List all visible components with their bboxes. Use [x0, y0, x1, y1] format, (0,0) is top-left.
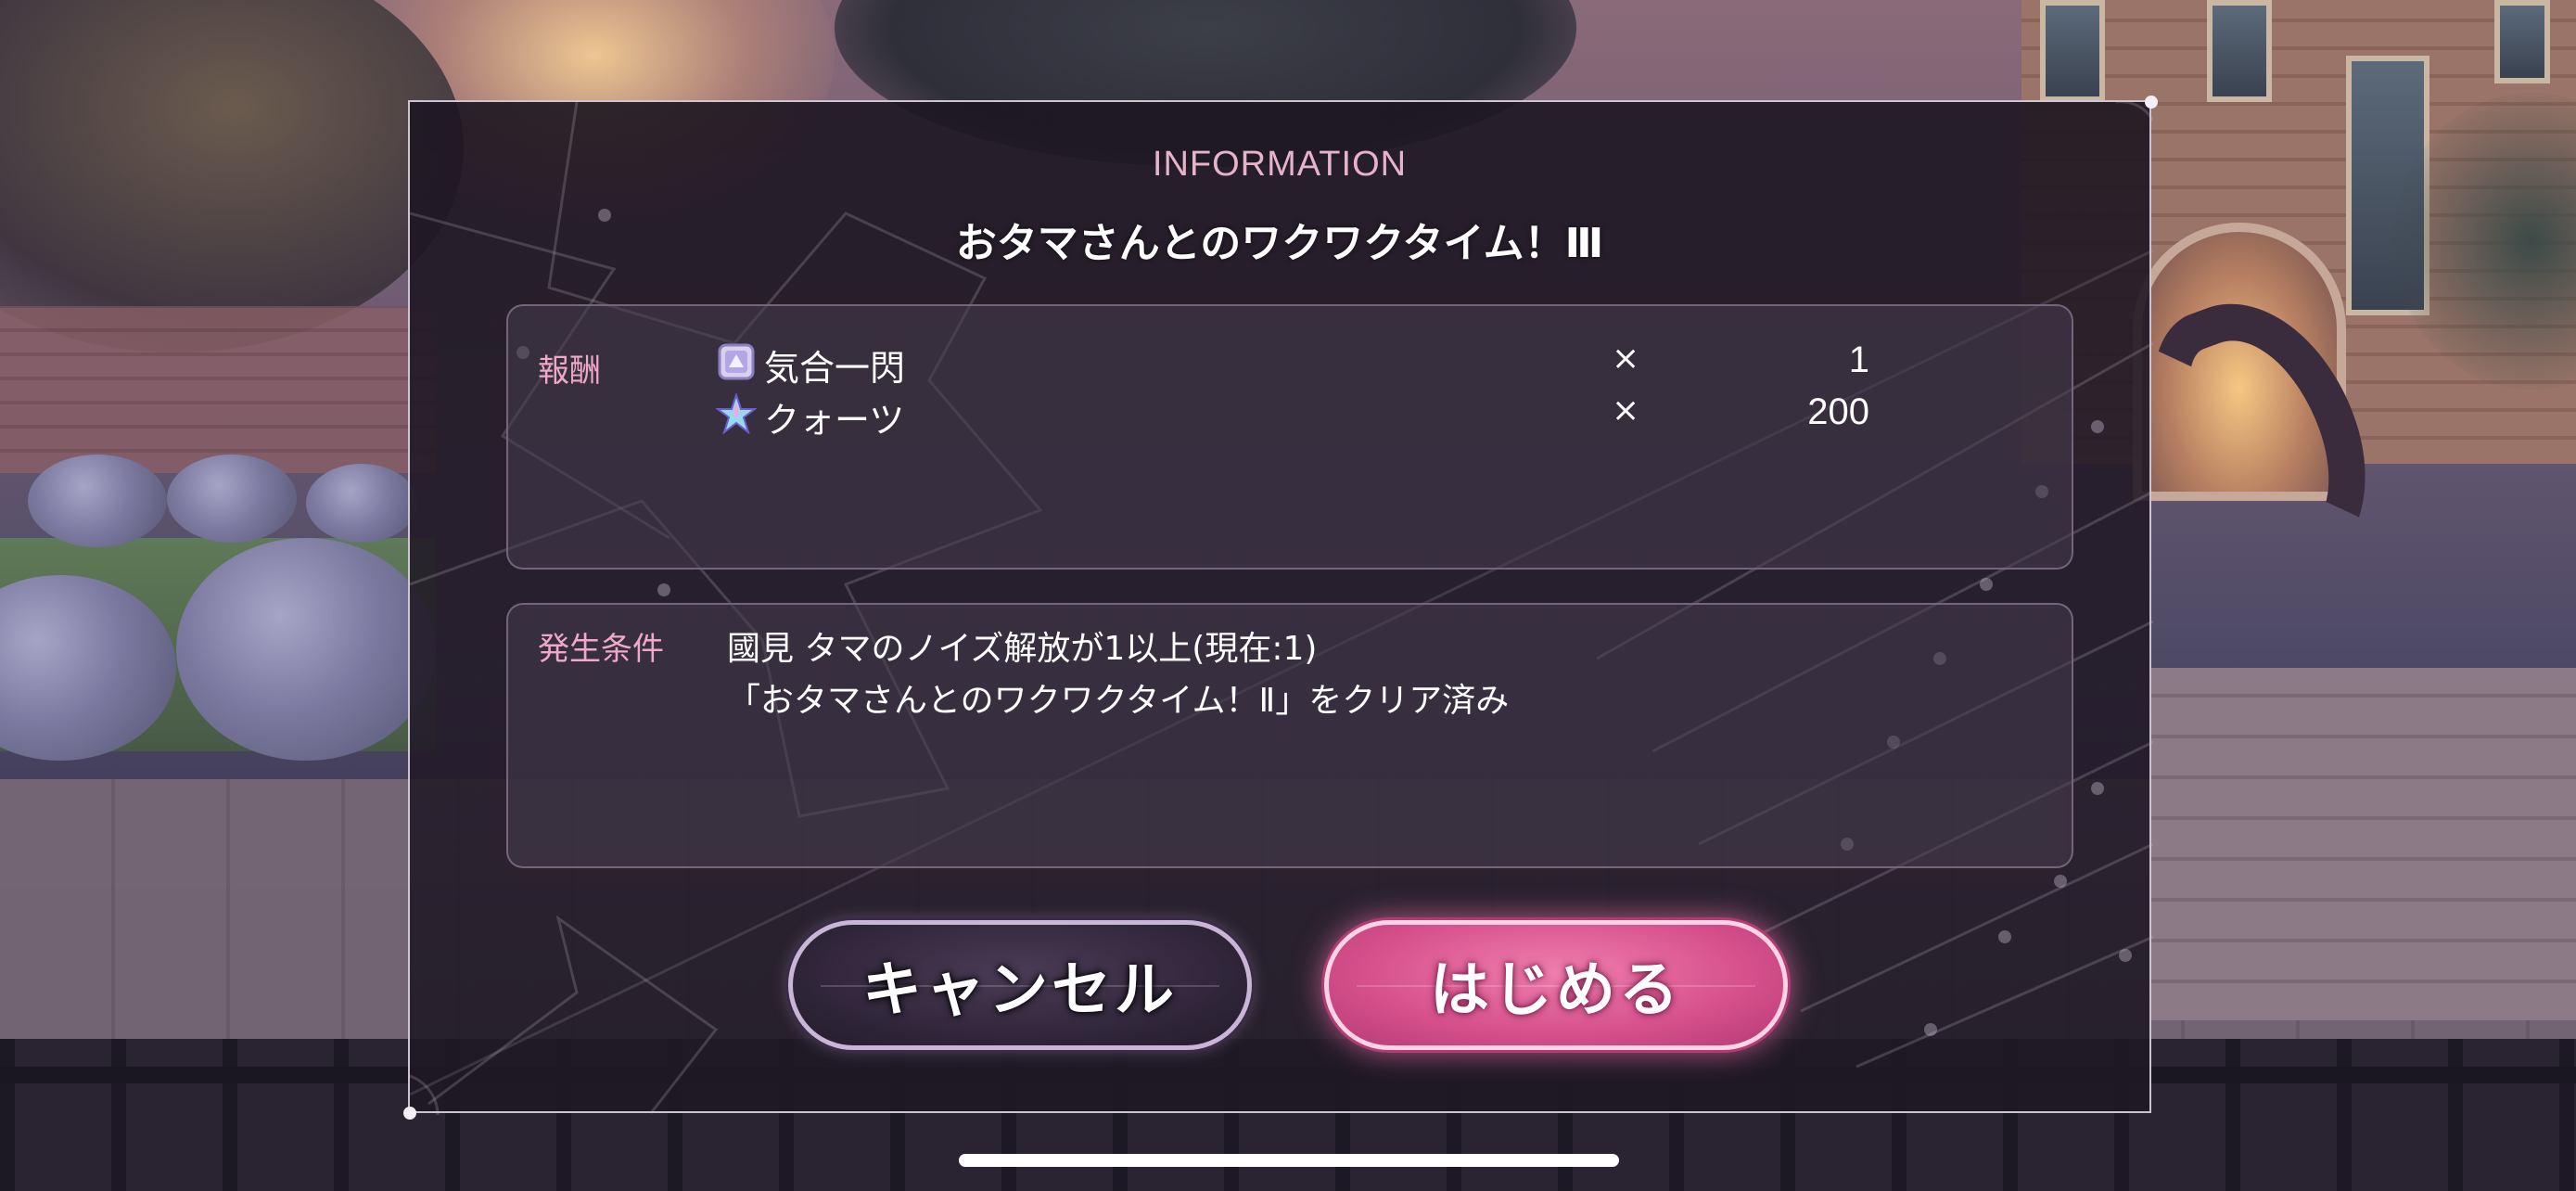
tree [0, 0, 464, 352]
condition-line: 「おタマさんとのワクワクタイム！Ⅱ」をクリア済み [727, 682, 1510, 720]
information-dialog: INFORMATION おタマさんとのワクワクタイム！Ⅲ 報酬 気合一閃 × 1… [403, 96, 2158, 1120]
skill-card-icon [718, 343, 755, 380]
reward-panel: 報酬 気合一閃 × 1 クォーツ × 200 [506, 304, 2073, 570]
condition-panel: 発生条件 國見 タマのノイズ解放が1以上(現在:1) 「おタマさんとのワクワクタ… [506, 603, 2073, 868]
hedge-bush [306, 464, 417, 543]
hedge-bush [176, 538, 436, 761]
corner-dot [2145, 96, 2158, 109]
building-window [2040, 0, 2105, 102]
cancel-button[interactable]: キャンセル [788, 920, 1252, 1050]
reward-multiplier: × [1612, 339, 1640, 378]
reward-quantity: 1 [1848, 339, 1869, 380]
quartz-star-icon [716, 393, 757, 434]
reward-row: 気合一閃 × 1 [508, 338, 2075, 390]
reward-quantity: 200 [1807, 391, 1869, 432]
corner-dot [403, 1107, 416, 1120]
reward-multiplier: × [1612, 391, 1640, 429]
reward-item-name: 気合一閃 [764, 348, 906, 389]
start-button-label: はじめる [1430, 956, 1682, 1025]
dialog-title: おタマさんとのワクワクタイム！Ⅲ [955, 220, 1604, 267]
home-indicator[interactable] [959, 1154, 1619, 1167]
pavement [2151, 668, 2576, 1020]
reward-row: クォーツ × 200 [508, 390, 2075, 442]
cancel-button-label: キャンセル [862, 956, 1178, 1025]
condition-label: 発生条件 [538, 631, 664, 668]
hedge-bush [28, 455, 167, 547]
reward-item-name: クォーツ [764, 400, 905, 441]
brick-wall [0, 306, 436, 473]
building-window [2494, 0, 2550, 83]
dialog-category: INFORMATION [1152, 145, 1408, 184]
condition-line: 國見 タマのノイズ解放が1以上(現在:1) [727, 630, 1318, 668]
building-window [2207, 0, 2272, 102]
start-button[interactable]: はじめる [1324, 920, 1788, 1050]
hedge-bush [167, 455, 297, 543]
